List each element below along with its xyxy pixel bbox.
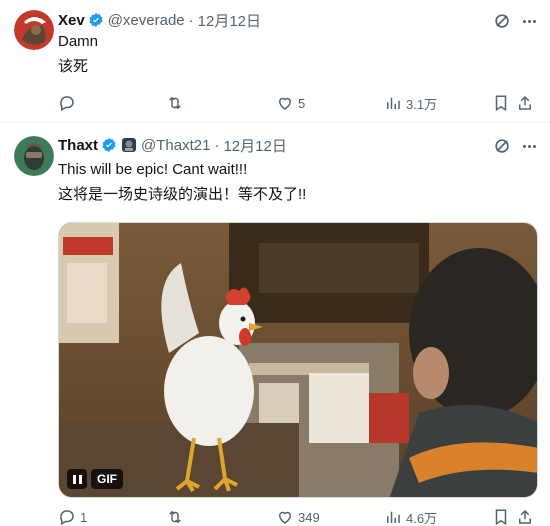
bookmark-icon xyxy=(495,95,507,112)
affiliate-badge-icon xyxy=(122,138,137,152)
share-button[interactable] xyxy=(516,94,534,112)
retweet-button[interactable] xyxy=(166,508,188,526)
views-button[interactable]: 3.1万 xyxy=(384,94,437,113)
pause-icon[interactable] xyxy=(67,469,87,489)
share-icon xyxy=(519,95,531,110)
grok-icon[interactable] xyxy=(492,136,512,156)
tweet-header: Thaxt @Thaxt21 · 12月12日 xyxy=(58,135,287,155)
tweet-header: Xev @xeverade · 12月12日 xyxy=(58,10,261,30)
tweet-actions: 1 349 4.6万 xyxy=(58,507,531,526)
tweet-date[interactable]: 12月12日 xyxy=(198,10,261,31)
bookmark-button[interactable] xyxy=(492,508,510,526)
like-button[interactable]: 349 xyxy=(276,508,320,526)
tweet-actions: 5 3.1万 xyxy=(58,93,531,113)
views-icon xyxy=(387,97,400,109)
reply-count: 1 xyxy=(80,509,88,525)
retweet-button[interactable] xyxy=(166,94,188,112)
reply-icon xyxy=(60,510,74,526)
tweet-date[interactable]: 12月12日 xyxy=(223,135,286,156)
user-handle[interactable]: @xeverade xyxy=(108,12,185,29)
views-count: 4.6万 xyxy=(406,510,438,526)
reply-icon xyxy=(60,96,74,112)
user-handle[interactable]: @Thaxt21 xyxy=(141,137,210,154)
more-dots-icon[interactable] xyxy=(518,136,540,156)
tweet-text-translation: 这将是一场史诗级的演出！等不及了!! xyxy=(58,186,307,203)
separator-dot: · xyxy=(188,11,194,29)
gif-controls: GIF xyxy=(67,469,123,489)
reply-button[interactable] xyxy=(58,94,80,112)
tweet[interactable]: Xev @xeverade · 12月12日 Damn 该死 5 3.1万 xyxy=(0,0,550,123)
share-button[interactable] xyxy=(516,508,534,526)
gif-frame-chicken-scene xyxy=(59,223,537,497)
gif-media[interactable]: GIF xyxy=(58,222,538,498)
like-count: 5 xyxy=(298,95,306,111)
share-icon xyxy=(519,509,531,524)
verified-badge-icon xyxy=(89,13,103,27)
more-dots-icon[interactable] xyxy=(518,11,540,31)
bookmark-icon xyxy=(495,509,507,526)
heart-icon xyxy=(278,511,292,524)
heart-icon xyxy=(278,97,292,110)
verified-badge-icon xyxy=(102,138,116,152)
separator-dot: · xyxy=(214,136,220,154)
tweet-text-translation: 该死 xyxy=(58,58,89,75)
avatar[interactable] xyxy=(14,136,54,176)
tweet-text: This will be epic! Cant wait!!! xyxy=(58,161,248,178)
retweet-icon xyxy=(169,96,181,110)
views-icon xyxy=(387,511,400,523)
like-count: 349 xyxy=(298,509,320,525)
views-count: 3.1万 xyxy=(406,96,438,112)
reply-button[interactable]: 1 xyxy=(58,508,87,526)
display-name[interactable]: Xev xyxy=(58,12,85,29)
views-button[interactable]: 4.6万 xyxy=(384,508,437,526)
avatar[interactable] xyxy=(14,10,54,50)
tweet[interactable]: Thaxt @Thaxt21 · 12月12日 This will be epi… xyxy=(0,124,550,526)
bookmark-button[interactable] xyxy=(492,94,510,112)
tweet-text: Damn xyxy=(58,33,99,50)
gif-badge: GIF xyxy=(91,469,123,489)
like-button[interactable]: 5 xyxy=(276,94,305,112)
grok-icon[interactable] xyxy=(492,11,512,31)
retweet-icon xyxy=(169,510,181,524)
display-name[interactable]: Thaxt xyxy=(58,137,98,154)
